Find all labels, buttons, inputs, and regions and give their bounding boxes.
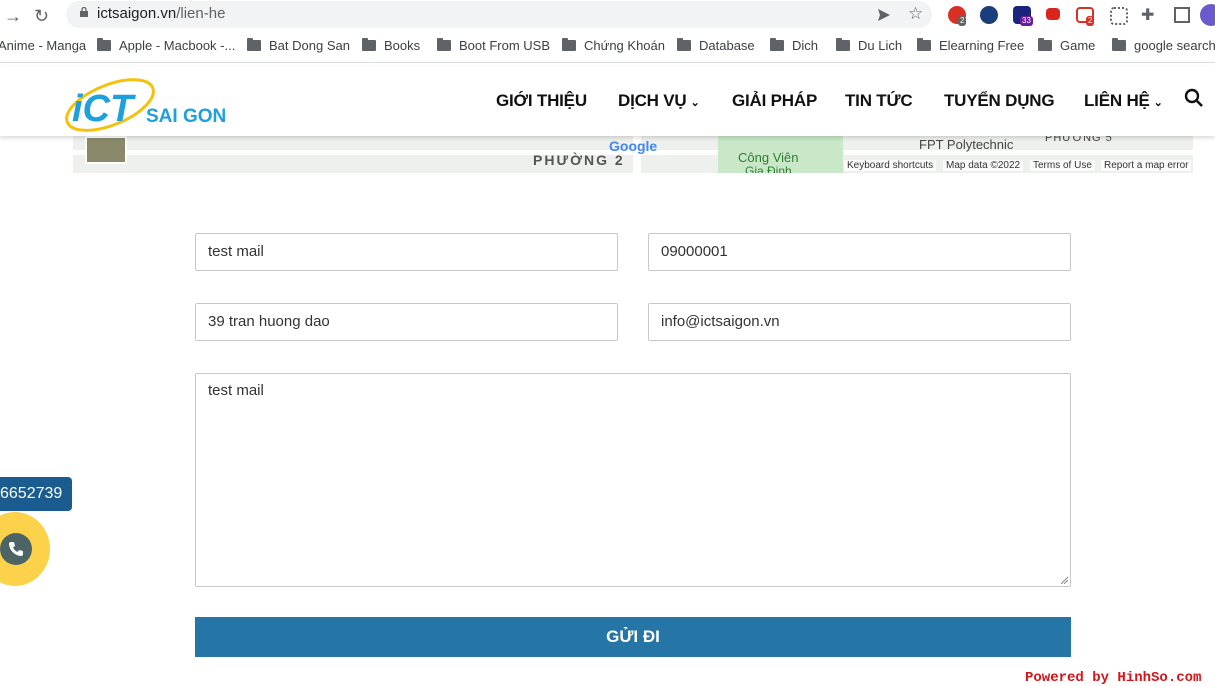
map-label: PHƯỜNG 5	[1045, 136, 1113, 144]
bookmark-folder[interactable]: Bat Dong San	[247, 38, 350, 53]
site-header: iCT SAI GON GIỚI THIỆU DỊCH VỤ ⌄ GIẢI PHÁ…	[0, 66, 1215, 136]
phone-number-tooltip[interactable]: 6652739	[0, 477, 72, 511]
map-report-error-link[interactable]: Report a map error	[1101, 160, 1192, 171]
search-icon[interactable]	[1184, 88, 1204, 108]
bookmarks-bar: Anime - Manga Apple - Macbook -... Bat D…	[0, 32, 1215, 63]
chevron-down-icon: ⌄	[690, 97, 700, 109]
folder-icon	[562, 38, 576, 51]
message-textarea[interactable]: test mail	[195, 373, 1071, 587]
menu-giai-phap[interactable]: GIẢI PHÁP	[732, 91, 817, 111]
bookmark-folder[interactable]: Du Lich	[836, 38, 902, 53]
menu-tin-tuc[interactable]: TIN TỨC	[845, 91, 913, 111]
flag-extension-icon[interactable]	[1046, 8, 1060, 20]
extension-badge: 33	[1020, 16, 1033, 26]
extensions-puzzle-icon[interactable]: ✚	[1141, 5, 1154, 25]
folder-icon	[437, 38, 451, 51]
bookmark-folder[interactable]: Game	[1038, 38, 1095, 53]
menu-gioi-thieu[interactable]: GIỚI THIỆU	[496, 91, 587, 111]
profile-avatar[interactable]	[1200, 4, 1215, 26]
bookmark-star-icon[interactable]: ☆	[908, 4, 923, 24]
map-label: FPT Polytechnic	[919, 137, 1014, 152]
url-text: ictsaigon.vn/lien-he	[97, 5, 226, 22]
bookmark-folder[interactable]: Apple - Macbook -...	[97, 38, 235, 53]
bookmark-folder[interactable]: Boot From USB	[437, 38, 550, 53]
reload-icon[interactable]: ↻	[34, 6, 49, 27]
folder-icon	[1038, 38, 1052, 51]
map-data-credit: Map data ©2022	[943, 160, 1024, 171]
folder-icon	[1112, 38, 1126, 51]
google-logo: Google	[609, 138, 658, 154]
bookmark-folder[interactable]: google search,	[1112, 38, 1215, 53]
folder-icon	[677, 38, 691, 51]
send-icon[interactable]	[876, 7, 892, 23]
folder-icon	[247, 38, 261, 51]
bookmark-folder[interactable]: Books	[362, 38, 420, 53]
svg-text:iCT: iCT	[72, 88, 136, 130]
phone-icon[interactable]	[0, 533, 32, 565]
folder-icon	[917, 38, 931, 51]
folder-icon	[362, 38, 376, 51]
bookmark-folder[interactable]: Dich	[770, 38, 818, 53]
satellite-thumbnail[interactable]	[85, 136, 127, 164]
phone-field[interactable]: 09000001	[648, 233, 1071, 271]
browser-toolbar: → ↻ ictsaigon.vn/lien-he ☆ 2 33 2 ✚	[0, 0, 1215, 32]
bookmark-folder[interactable]: Database	[677, 38, 755, 53]
side-panel-icon[interactable]	[1174, 7, 1190, 23]
message-text: test mail	[208, 382, 264, 399]
lock-icon	[80, 7, 88, 17]
watermark: Powered by HinhSo.com	[1025, 670, 1202, 686]
submit-button[interactable]: GỬI ĐI	[195, 617, 1071, 657]
map-terms-link[interactable]: Terms of Use	[1030, 160, 1095, 171]
resize-handle-icon[interactable]	[1060, 576, 1068, 584]
email-field[interactable]: info@ictsaigon.vn	[648, 303, 1071, 341]
folder-icon	[97, 38, 111, 51]
menu-lien-he[interactable]: LIÊN HỆ ⌄	[1084, 91, 1163, 111]
chevron-down-icon: ⌄	[1153, 97, 1163, 109]
google-map[interactable]: PHƯỜNG 2 Công Viên Gia Định FPT Polytech…	[73, 136, 1193, 173]
folder-icon	[770, 38, 784, 51]
bookmark-folder[interactable]: Chứng Khoán	[562, 38, 665, 53]
extension-badge: 2	[1086, 16, 1095, 26]
extension-badge: 2	[958, 16, 967, 26]
folder-icon	[836, 38, 850, 51]
ict-saigon-logo[interactable]: iCT SAI GON	[62, 71, 242, 133]
menu-dich-vu[interactable]: DỊCH VỤ ⌄	[618, 91, 700, 111]
svg-text:SAI GON: SAI GON	[146, 106, 226, 127]
map-label: Công Viên	[738, 150, 799, 165]
bookmark-item[interactable]: Anime - Manga	[0, 38, 86, 53]
menu-tuyen-dung[interactable]: TUYỂN DỤNG	[944, 91, 1055, 111]
extension-ip-icon[interactable]	[980, 6, 998, 24]
map-label: PHƯỜNG 2	[533, 152, 625, 168]
address-field[interactable]: 39 tran huong dao	[195, 303, 618, 341]
map-label: Gia Định	[745, 164, 792, 173]
forward-icon[interactable]: →	[4, 6, 22, 27]
phone-number-text: 6652739	[0, 485, 63, 502]
bookmark-folder[interactable]: Elearning Free	[917, 38, 1024, 53]
map-keyboard-shortcuts[interactable]: Keyboard shortcuts	[844, 160, 937, 171]
name-field[interactable]: test mail	[195, 233, 618, 271]
qr-code-icon[interactable]	[1110, 7, 1128, 25]
